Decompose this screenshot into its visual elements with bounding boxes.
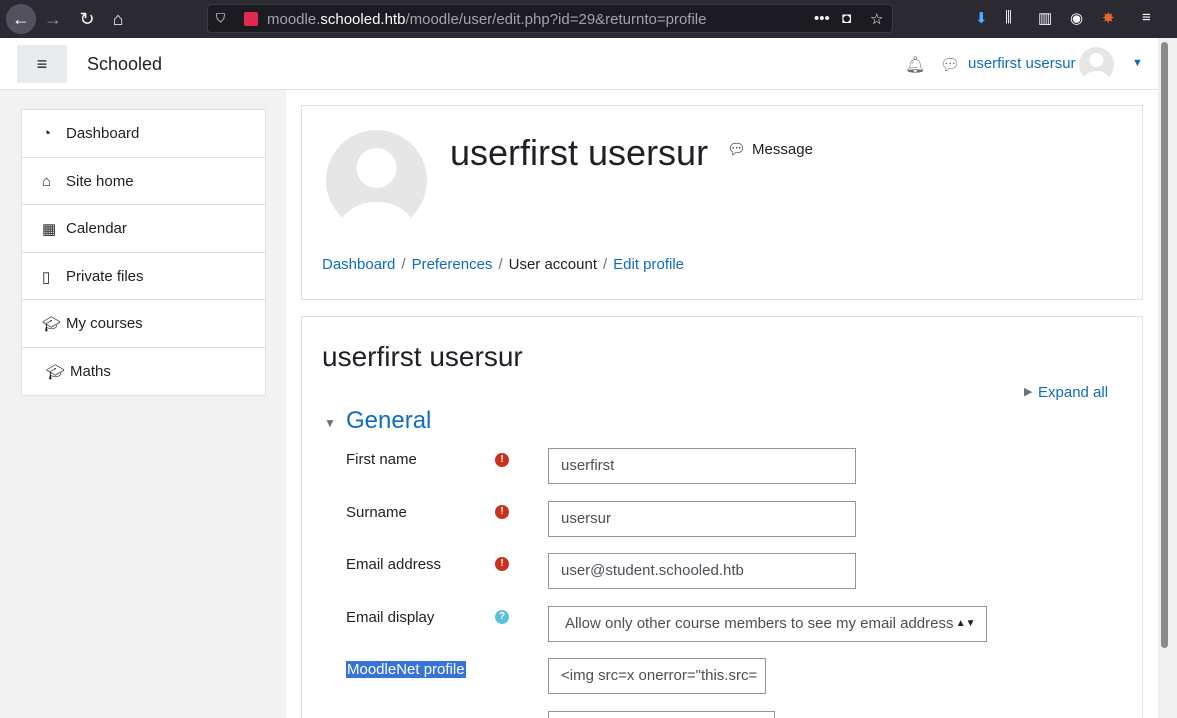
sidebar-item-maths[interactable]: 🎓︎ Maths bbox=[22, 348, 265, 396]
required-icon[interactable]: ! bbox=[495, 453, 509, 467]
download-icon[interactable]: ⬇ bbox=[975, 9, 988, 27]
url-text[interactable]: moodle.schooled.htb/moodle/user/edit.php… bbox=[267, 11, 707, 28]
sidebar-item-label: My courses bbox=[66, 315, 143, 332]
site-brand[interactable]: Schooled bbox=[87, 54, 162, 75]
breadcrumb-preferences[interactable]: Preferences bbox=[412, 256, 493, 273]
sidebar-item-label: Private files bbox=[66, 267, 144, 285]
breadcrumb-dashboard[interactable]: Dashboard bbox=[322, 256, 395, 273]
sidebar-item-label: Maths bbox=[70, 362, 111, 380]
drawer-toggle-button[interactable]: ≡ bbox=[17, 45, 67, 83]
message-label: Message bbox=[752, 141, 813, 158]
required-icon[interactable]: ! bbox=[495, 557, 509, 571]
hamburger-icon: ≡ bbox=[36, 54, 48, 74]
sidebar-toggle-icon[interactable]: ▥ bbox=[1038, 9, 1052, 27]
select-arrows-icon: ▲▼ bbox=[955, 618, 976, 629]
first-name-label: First name bbox=[346, 451, 417, 468]
breadcrumb-separator: / bbox=[401, 256, 406, 273]
required-icon[interactable]: ! bbox=[495, 505, 509, 519]
sidebar-item-calendar[interactable]: ▦ Calendar bbox=[22, 205, 265, 253]
graduation-cap-icon: 🎓︎ bbox=[46, 363, 66, 381]
sidebar-item-my-courses[interactable]: 🎓︎ My courses bbox=[22, 300, 265, 348]
email-display-label: Email display bbox=[346, 609, 435, 626]
breadcrumb-edit-profile[interactable]: Edit profile bbox=[613, 256, 684, 273]
caret-right-icon: ▶ bbox=[1024, 386, 1033, 398]
surname-field[interactable]: usersur bbox=[548, 501, 856, 537]
email-field[interactable]: user@student.schooled.htb bbox=[548, 553, 856, 589]
notifications-bell-icon[interactable]: 🔔︎ bbox=[905, 55, 925, 75]
forward-arrow-icon[interactable]: → bbox=[38, 4, 68, 34]
graduation-cap-icon: 🎓︎ bbox=[42, 316, 62, 333]
expand-all-label: Expand all bbox=[1038, 384, 1109, 401]
bookmark-star-icon[interactable]: ☆ bbox=[870, 10, 883, 28]
breadcrumb-separator: / bbox=[498, 256, 503, 273]
next-field-input[interactable] bbox=[548, 711, 775, 718]
sidebar-item-label: Dashboard bbox=[66, 125, 140, 142]
email-display-select[interactable]: Allow only other course members to see m… bbox=[548, 606, 987, 642]
sidebar-nav-list: ◔ Dashboard ⌂ Site home ▦ Calendar ▯ Pri… bbox=[21, 109, 266, 396]
library-icon[interactable]: ⫼ bbox=[1005, 9, 1012, 26]
scrollbar-thumb[interactable] bbox=[1161, 42, 1168, 648]
first-name-field[interactable]: userfirst bbox=[548, 448, 856, 484]
sidebar-item-dashboard[interactable]: ◔ Dashboard bbox=[22, 110, 265, 158]
breadcrumb-separator: / bbox=[602, 256, 608, 273]
avatar bbox=[326, 130, 427, 231]
breadcrumb: Dashboard / Preferences / User account / Edit … bbox=[322, 256, 684, 273]
home-icon[interactable]: ⌂ bbox=[103, 4, 133, 34]
sidebar-item-site-home[interactable]: ⌂ Site home bbox=[22, 158, 265, 205]
calendar-icon: ▦ bbox=[42, 221, 57, 238]
help-icon[interactable]: ? bbox=[495, 610, 509, 624]
back-arrow-icon[interactable]: ← bbox=[6, 4, 36, 34]
message-button[interactable]: 💬︎ Message bbox=[727, 140, 813, 158]
sidebar-item-label: Site home bbox=[66, 172, 134, 190]
avatar[interactable] bbox=[1079, 47, 1114, 82]
top-navbar: ≡ Schooled 🔔︎ 💬︎ userfirst usersur ▼ bbox=[0, 38, 1158, 90]
email-label: Email address bbox=[346, 556, 442, 573]
surname-label: Surname bbox=[346, 504, 407, 521]
user-menu-name[interactable]: userfirst usersur bbox=[968, 55, 1076, 72]
caret-down-icon[interactable]: ▼ bbox=[324, 416, 336, 430]
breadcrumb-user-account: User account bbox=[508, 256, 597, 273]
pocket-icon[interactable]: ◘ bbox=[842, 10, 851, 27]
expand-all-link[interactable]: ▶ Expand all bbox=[1024, 384, 1109, 401]
moodlenet-profile-label: MoodleNet profile bbox=[346, 661, 466, 678]
section-general-toggle[interactable]: General bbox=[346, 407, 431, 435]
extension-icon[interactable]: ✸ bbox=[1102, 9, 1115, 27]
dashboard-icon: ◔ bbox=[42, 125, 52, 142]
page-actions-icon[interactable]: ••• bbox=[814, 10, 830, 27]
page-title: userfirst usersur bbox=[450, 132, 709, 173]
menu-icon[interactable]: ≡ bbox=[1142, 9, 1151, 26]
tracking-shield-icon[interactable]: ⛉ bbox=[216, 11, 230, 27]
sidebar-item-label: Calendar bbox=[66, 220, 127, 237]
address-bar[interactable]: ⛉ moodle.schooled.htb/moodle/user/edit.p… bbox=[207, 4, 893, 33]
page-header: userfirst usersur 💬︎ Message Dashboard / Pr… bbox=[301, 105, 1143, 300]
chevron-down-icon[interactable]: ▼ bbox=[1132, 57, 1143, 69]
home-icon: ⌂ bbox=[42, 172, 52, 190]
page-scrollbar[interactable] bbox=[1158, 38, 1177, 718]
nav-drawer: ◔ Dashboard ⌂ Site home ▦ Calendar ▯ Pri… bbox=[0, 90, 286, 718]
insecure-lock-icon[interactable] bbox=[244, 12, 258, 26]
edit-profile-form: userfirst usersur ▶ Expand all ▼ General … bbox=[301, 316, 1143, 718]
sidebar-item-private-files[interactable]: ▯ Private files bbox=[22, 253, 265, 300]
moodlenet-profile-field[interactable]: <img src=x onerror="this.src= bbox=[548, 658, 766, 694]
reload-icon[interactable]: ↻ bbox=[72, 4, 102, 34]
account-icon[interactable]: ◉ bbox=[1070, 9, 1083, 27]
chat-icon: 💬︎ bbox=[727, 141, 747, 158]
messages-chat-icon[interactable]: 💬︎ bbox=[940, 55, 960, 75]
file-icon: ▯ bbox=[42, 268, 51, 286]
form-title: userfirst usersur bbox=[322, 341, 523, 372]
browser-toolbar: ← → ↻ ⌂ ⛉ moodle.schooled.htb/moodle/use… bbox=[0, 0, 1177, 38]
email-display-value: Allow only other course members to see m… bbox=[565, 615, 954, 632]
